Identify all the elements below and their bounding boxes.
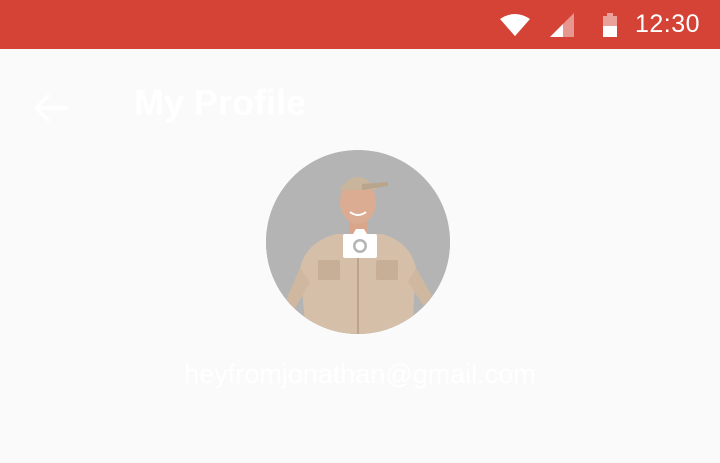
signal-icon <box>549 12 574 37</box>
email-label: heyfromjonathan@gmail.com <box>184 359 536 389</box>
avatar[interactable] <box>266 150 450 334</box>
status-bar: 12:30 <box>0 0 720 49</box>
back-arrow-icon[interactable] <box>30 88 70 128</box>
status-time: 12:30 <box>634 10 700 38</box>
camera-icon <box>343 229 377 258</box>
status-icons: 12:30 <box>499 0 700 49</box>
wifi-icon <box>499 13 530 36</box>
page-title: My Profile <box>134 82 307 123</box>
battery-icon <box>602 12 617 37</box>
